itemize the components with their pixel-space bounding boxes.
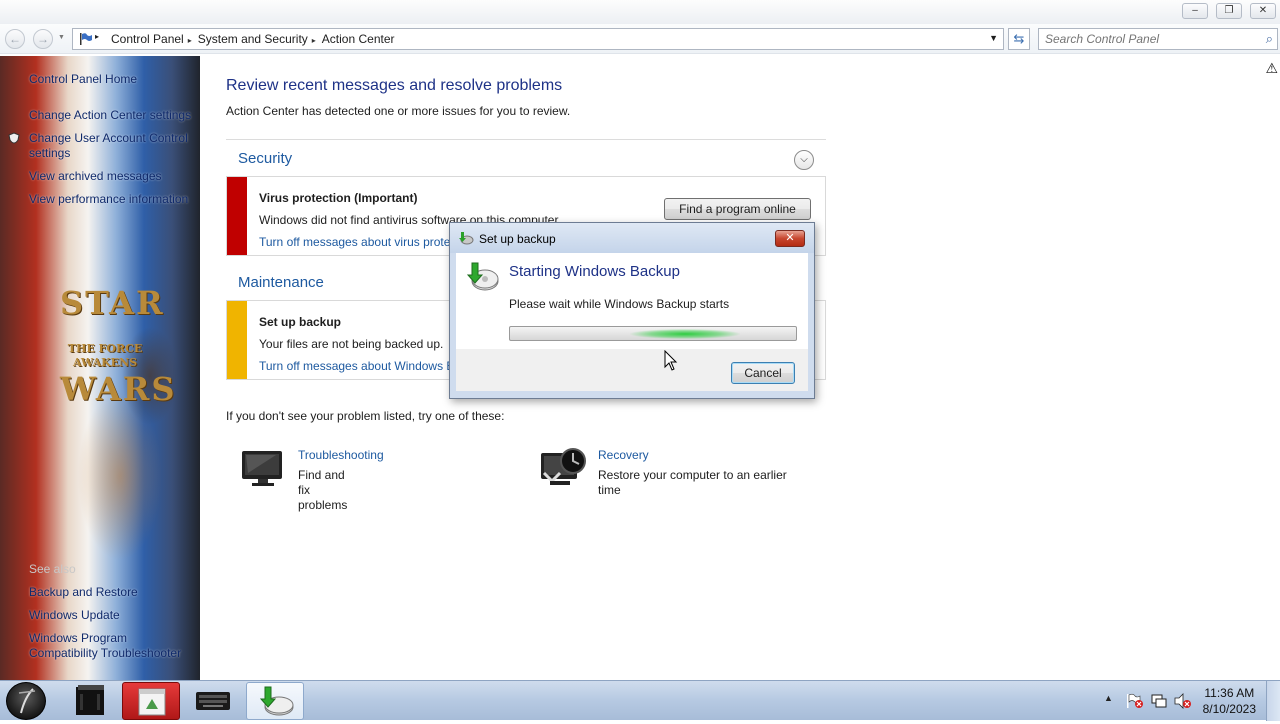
dialog-title-bar[interactable]: Set up backup ✕ xyxy=(450,223,814,253)
show-desktop-button[interactable] xyxy=(1266,681,1280,721)
breadcrumb-system-and-security[interactable]: System and Security xyxy=(198,32,308,46)
start-orb-icon xyxy=(18,688,36,714)
see-also-windows-update[interactable]: Windows Update xyxy=(29,608,120,622)
title-bar: – ❐ ✕ xyxy=(0,0,1280,24)
taskbar-windows-backup[interactable] xyxy=(246,682,304,720)
sidebar-link-change-action-center-settings[interactable]: Change Action Center settings xyxy=(29,108,191,122)
logo-word-star: STAR xyxy=(60,284,165,322)
page-subtitle: Action Center has detected one or more i… xyxy=(226,104,571,118)
restore-button[interactable]: ❐ xyxy=(1216,3,1242,19)
search-box[interactable]: ⌕ xyxy=(1038,28,1278,50)
see-also-label: See also xyxy=(29,562,76,576)
page-title: Review recent messages and resolve probl… xyxy=(226,77,563,94)
dialog-title: Set up backup xyxy=(479,232,556,246)
system-clock[interactable]: 11:36 AM 8/10/2023 xyxy=(1203,685,1256,717)
collapse-security-chevron-icon[interactable]: ⌵ xyxy=(794,150,814,170)
sidebar-link-control-panel-home[interactable]: Control Panel Home xyxy=(29,72,137,86)
troubleshooting-description: Find and fix problems xyxy=(298,468,348,512)
backup-small-icon xyxy=(459,232,474,245)
set-up-backup-dialog: Set up backup ✕ Starting Windows Backup … xyxy=(449,222,815,399)
breadcrumb-root-chevron[interactable]: ▸ xyxy=(95,32,99,41)
dialog-message: Please wait while Windows Backup starts xyxy=(509,297,730,311)
address-bar[interactable]: ▸ Control Panel ▸ System and Security ▸ Acti… xyxy=(72,28,1004,50)
backup-progress-bar xyxy=(509,326,797,341)
volume-muted-icon[interactable] xyxy=(1174,693,1192,709)
control-panel-flag-icon xyxy=(80,33,92,45)
breadcrumb-control-panel[interactable]: Control Panel xyxy=(111,32,184,46)
maintenance-heading[interactable]: Maintenance xyxy=(238,274,324,291)
control-panel-taskbar-icon xyxy=(138,688,166,716)
keyboard-app-icon xyxy=(196,692,230,710)
sidebar-link-view-archived-messages[interactable]: View archived messages xyxy=(29,169,162,183)
sidebar: STAR THE FORCE AWAKENS WARS Control Pane… xyxy=(0,56,200,680)
important-severity-bar xyxy=(227,177,247,255)
recovery-icon xyxy=(541,448,586,485)
close-window-button[interactable]: ✕ xyxy=(1250,3,1276,19)
action-center-flag-icon[interactable] xyxy=(1126,693,1144,709)
mouse-cursor-icon xyxy=(664,350,678,371)
minimize-button[interactable]: – xyxy=(1182,3,1208,19)
address-row: ← → ▼ ▸ Control Panel ▸ System and Securit… xyxy=(0,24,1280,54)
logo-word-wars: WARS xyxy=(60,370,177,408)
search-input[interactable] xyxy=(1039,29,1249,49)
search-icon[interactable]: ⌕ xyxy=(1266,31,1273,47)
breadcrumb-chevron-icon[interactable]: ▸ xyxy=(188,36,192,45)
sidebar-link-view-performance-information[interactable]: View performance information xyxy=(29,192,188,206)
virus-protection-title: Virus protection (Important) xyxy=(259,191,418,205)
breadcrumb-action-center[interactable]: Action Center xyxy=(322,32,395,46)
breadcrumb-chevron-icon[interactable]: ▸ xyxy=(312,36,316,45)
dialog-body: Starting Windows Backup Please wait whil… xyxy=(456,253,808,349)
recent-pages-dropdown-icon[interactable]: ▼ xyxy=(58,34,65,41)
cancel-button[interactable]: Cancel xyxy=(731,362,795,384)
control-panel-window: – ❐ ✕ ← → ▼ ▸ Control Panel ▸ System and S… xyxy=(0,0,1280,680)
warning-severity-bar xyxy=(227,301,247,379)
taskbar-app-2[interactable] xyxy=(122,682,180,720)
refresh-button[interactable]: ⇆ xyxy=(1008,28,1030,50)
set-up-backup-description: Your files are not being backed up. xyxy=(259,337,444,351)
dialog-heading: Starting Windows Backup xyxy=(509,263,680,280)
see-also-backup-and-restore[interactable]: Backup and Restore xyxy=(29,585,138,599)
forward-button[interactable]: → xyxy=(33,29,53,49)
troubleshooting-link[interactable]: Troubleshooting xyxy=(298,448,384,462)
dialog-footer: Cancel xyxy=(456,349,808,391)
clock-time: 11:36 AM xyxy=(1204,686,1255,700)
recovery-description: Restore your computer to an earlier time xyxy=(598,468,787,497)
black-cube-app-icon xyxy=(76,685,104,715)
try-these-text: If you don't see your problem listed, tr… xyxy=(226,409,505,423)
taskbar-app-3[interactable] xyxy=(184,682,242,720)
notification-area: ▲ 11:36 AM 8/10/2023 xyxy=(1090,681,1280,721)
back-button[interactable]: ← xyxy=(5,29,25,49)
show-hidden-icons-icon[interactable]: ▲ xyxy=(1104,693,1113,703)
recovery-link[interactable]: Recovery xyxy=(598,448,649,462)
security-heading[interactable]: Security xyxy=(238,150,292,167)
windows-backup-taskbar-icon xyxy=(259,686,294,716)
monitor-icon xyxy=(242,451,282,486)
progress-marquee xyxy=(630,329,740,339)
wallpaper-star-wars-logo: STAR THE FORCE AWAKENS WARS xyxy=(60,284,177,408)
uac-shield-icon xyxy=(8,132,20,144)
taskbar-app-1[interactable] xyxy=(62,682,120,720)
start-button[interactable] xyxy=(6,682,46,720)
security-section-header[interactable]: Security ⌵ xyxy=(226,139,826,175)
windows-backup-icon xyxy=(466,262,499,291)
logo-tagline: THE FORCE AWAKENS xyxy=(67,342,143,369)
set-up-backup-title: Set up backup xyxy=(259,315,342,329)
see-also-program-compatibility-troubleshooter[interactable]: Windows Program Compatibility Troublesho… xyxy=(29,631,194,661)
clock-date: 8/10/2023 xyxy=(1202,702,1256,716)
sidebar-link-change-uac-settings[interactable]: Change User Account Control settings xyxy=(29,131,189,161)
find-program-online-button[interactable]: Find a program online xyxy=(664,198,811,220)
turn-off-virus-messages-link[interactable]: Turn off messages about virus protection xyxy=(259,235,476,249)
address-dropdown-icon[interactable]: ▼ xyxy=(989,33,998,43)
network-icon[interactable] xyxy=(1150,693,1168,709)
dialog-close-button[interactable]: ✕ xyxy=(775,230,805,247)
breadcrumb: Control Panel ▸ System and Security ▸ Action… xyxy=(111,32,399,46)
warning-icon: ⚠ xyxy=(1265,60,1278,76)
taskbar: ▲ 11:36 AM 8/10/2023 xyxy=(0,680,1280,721)
